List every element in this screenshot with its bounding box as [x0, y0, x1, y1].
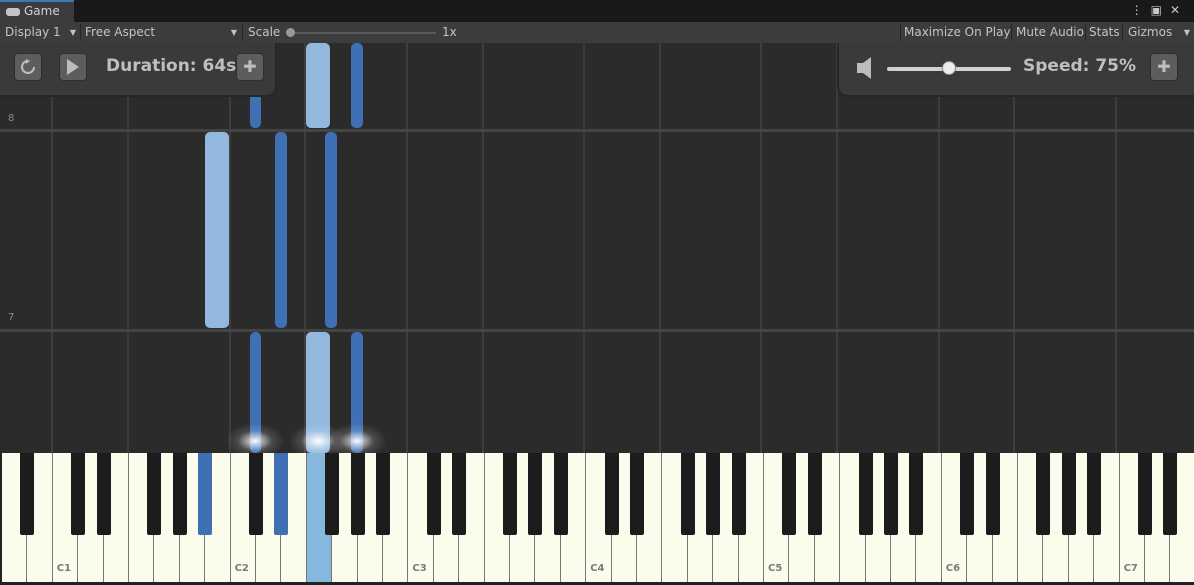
black-key[interactable] — [909, 453, 924, 535]
duration-text: Duration: 64s — [106, 56, 237, 76]
scale-value: 1x — [442, 25, 457, 39]
black-key[interactable] — [172, 453, 187, 535]
octave-label: C7 — [1123, 563, 1138, 574]
black-key[interactable] — [985, 453, 1000, 535]
black-key[interactable] — [1087, 453, 1102, 535]
close-icon[interactable]: ✕ — [1170, 3, 1188, 17]
measure-line-7 — [0, 329, 1194, 332]
display-label: Display 1 — [5, 25, 61, 39]
black-key[interactable] — [680, 453, 695, 535]
octave-label: C3 — [412, 563, 427, 574]
black-key[interactable] — [604, 453, 619, 535]
plus-icon: ✚ — [1157, 57, 1171, 76]
play-icon — [67, 59, 79, 75]
black-key[interactable] — [553, 453, 568, 535]
game-tab[interactable]: Game — [0, 0, 74, 22]
black-key[interactable] — [376, 453, 390, 535]
falling-note — [275, 132, 287, 328]
restart-icon — [21, 59, 35, 74]
expand-right-panel-button[interactable]: ✚ — [1150, 53, 1178, 81]
measure-number: 8 — [8, 113, 15, 124]
game-tab-label: Game — [24, 4, 60, 18]
window-controls: ⋮▣✕ — [1131, 3, 1188, 17]
black-key[interactable] — [198, 453, 213, 535]
falling-note — [306, 43, 330, 128]
black-key[interactable] — [1061, 453, 1076, 535]
black-key[interactable] — [249, 453, 263, 535]
black-key[interactable] — [20, 453, 35, 535]
falling-note — [325, 132, 337, 328]
display-dropdown[interactable]: Display 1 — [0, 22, 80, 43]
maximize-on-play-button[interactable]: Maximize On Play — [904, 22, 1011, 43]
measure-number: 7 — [8, 312, 15, 323]
black-key[interactable] — [1138, 453, 1152, 535]
playback-panel: Duration: 64s ✚ — [0, 43, 277, 97]
black-key[interactable] — [782, 453, 797, 535]
mute-audio-button[interactable]: Mute Audio — [1016, 22, 1084, 43]
play-button[interactable] — [59, 53, 87, 81]
speed-text: Speed: 75% — [1023, 56, 1137, 76]
black-key[interactable] — [426, 453, 441, 535]
black-key[interactable] — [1036, 453, 1051, 535]
gizmos-dropdown[interactable]: Gizmos — [1124, 22, 1194, 43]
black-key[interactable] — [630, 453, 644, 535]
octave-label: C6 — [945, 563, 961, 574]
black-key[interactable] — [1163, 453, 1178, 535]
octave-label: C4 — [590, 563, 605, 574]
expand-left-panel-button[interactable]: ✚ — [236, 53, 264, 81]
maximize-icon[interactable]: ▣ — [1151, 3, 1170, 17]
restart-button[interactable] — [14, 53, 42, 81]
black-key[interactable] — [731, 453, 746, 535]
scale-slider-track[interactable] — [290, 32, 436, 34]
piano-keyboard: C1 C2 C3 C4 C5 C6 C7 — [0, 453, 1194, 585]
black-key[interactable] — [706, 453, 721, 535]
black-key[interactable] — [350, 453, 365, 535]
gamepad-icon — [6, 7, 20, 16]
black-key[interactable] — [503, 453, 517, 535]
black-key[interactable] — [960, 453, 975, 535]
black-key[interactable] — [71, 453, 86, 535]
plus-icon: ✚ — [243, 57, 257, 76]
black-key[interactable] — [96, 453, 111, 535]
black-key[interactable] — [325, 453, 340, 535]
speed-panel: Speed: 75% ✚ — [837, 43, 1194, 97]
black-key[interactable] — [274, 453, 289, 535]
measure-line-8 — [0, 129, 1194, 132]
aspect-dropdown[interactable]: Free Aspect — [81, 22, 241, 43]
black-key[interactable] — [807, 453, 822, 535]
falling-note — [205, 132, 229, 328]
black-key[interactable] — [452, 453, 467, 535]
speaker-icon[interactable] — [857, 57, 877, 79]
gizmos-label: Gizmos — [1128, 25, 1173, 39]
stats-button[interactable]: Stats — [1089, 22, 1120, 43]
scale-slider-handle[interactable] — [286, 28, 295, 37]
tab-bar: Game ⋮▣✕ — [0, 0, 1194, 22]
black-key[interactable] — [528, 453, 543, 535]
octave-label: C5 — [768, 563, 783, 574]
black-key[interactable] — [884, 453, 898, 535]
black-key[interactable] — [147, 453, 162, 535]
game-view: 8 7 Duration: 64s ✚ Speed: 75% ✚ C1 C2 C3 C… — [0, 43, 1194, 585]
volume-slider-handle[interactable] — [942, 61, 956, 75]
octave-label: C1 — [56, 563, 72, 574]
falling-note — [351, 43, 363, 128]
black-key[interactable] — [858, 453, 873, 535]
scale-label: Scale — [248, 25, 281, 39]
more-options-icon[interactable]: ⋮ — [1131, 3, 1151, 17]
game-toolbar: Display 1 Free Aspect Scale 1x Maximize … — [0, 22, 1194, 44]
aspect-label: Free Aspect — [85, 25, 156, 39]
octave-label: C2 — [234, 563, 249, 574]
